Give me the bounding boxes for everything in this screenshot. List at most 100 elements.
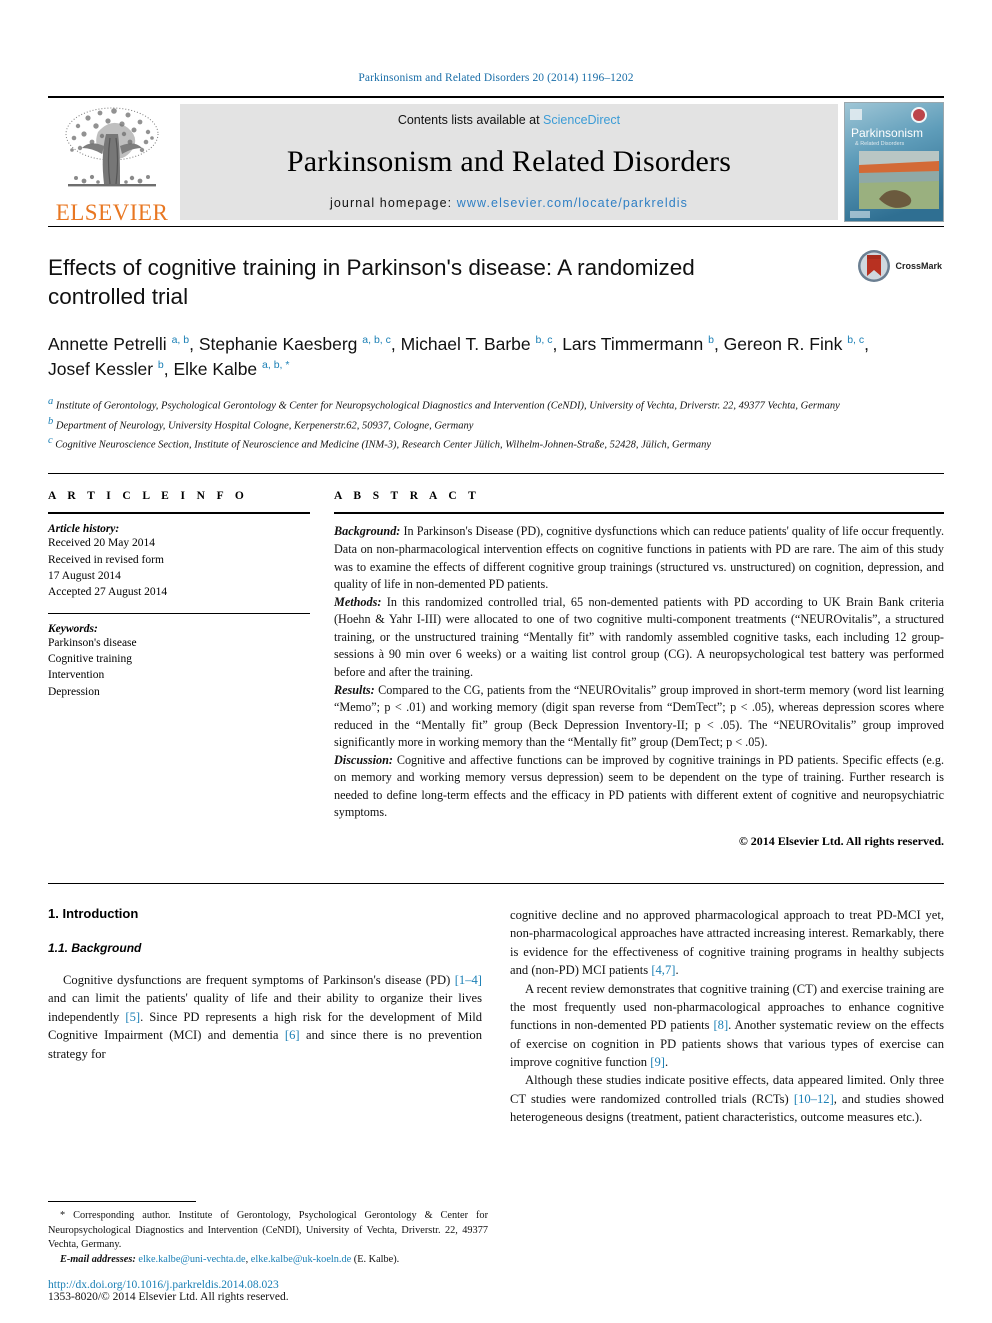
citation-link[interactable]: [9] [650, 1055, 665, 1069]
article-info-rule [48, 512, 310, 515]
journal-masthead: ELSEVIER Contents lists available at Sci… [48, 96, 944, 226]
citation-link[interactable]: [1–4] [455, 973, 482, 987]
journal-cover-thumbnail: Parkinsonism & Related Disorders [844, 102, 944, 222]
author-item[interactable]: Josef Kessler b [48, 359, 164, 379]
author-item[interactable]: Stephanie Kaesberg a, b, c [199, 334, 391, 354]
author-name: Gereon R. Fink [723, 333, 843, 354]
crossmark-label: CrossMark [895, 261, 942, 271]
abstract-copyright: © 2014 Elsevier Ltd. All rights reserved… [738, 834, 944, 849]
author-name: Annette Petrelli [48, 333, 167, 354]
subsection-heading-background: 1.1. Background [48, 941, 142, 956]
affiliation-mark: c [48, 435, 53, 447]
body-paragraph: A recent review demonstrates that cognit… [510, 981, 944, 1070]
sciencedirect-band: Contents lists available at ScienceDirec… [180, 104, 838, 220]
keyword-item: Intervention [48, 669, 105, 682]
affiliation-item: b Department of Neurology, University Ho… [48, 415, 944, 434]
author-item[interactable]: Annette Petrelli a, b [48, 334, 189, 354]
abstract-section: Methods: In this randomized controlled t… [334, 594, 944, 682]
affiliation-text: Cognitive Neuroscience Section, Institut… [55, 439, 712, 451]
body-paragraph: Cognitive dysfunctions are frequent symp… [48, 973, 483, 1061]
body-paragraph: Although these studies indicate positive… [510, 1073, 944, 1125]
section-heading-introduction: 1. Introduction [48, 906, 139, 922]
footnote-divider [48, 1201, 196, 1203]
keywords-label: Keywords: [48, 622, 98, 635]
author-affil-marks: b, c [535, 333, 553, 346]
email-link[interactable]: elke.kalbe@uni-vechta.de [138, 1254, 245, 1265]
article-history-item: Received 20 May 2014 [48, 537, 155, 550]
abstract-rule [334, 512, 944, 515]
affiliation-list: a Institute of Gerontology, Psychologica… [48, 395, 944, 453]
keyword-item: Parkinson's disease [48, 636, 137, 649]
title-block: CrossMark Effects of cognitive training … [48, 227, 944, 453]
doi-block: http://dx.doi.org/10.1016/j.parkreldis.2… [48, 1279, 488, 1303]
issn-copyright-line: 1353-8020/© 2014 Elsevier Ltd. All right… [48, 1291, 289, 1303]
author-item[interactable]: Lars Timmermann b [562, 334, 714, 354]
article-page: Parkinsonism and Related Disorders 20 (2… [0, 0, 992, 1323]
article-history-label: Article history: [48, 523, 120, 536]
article-history-item: 17 August 2014 [48, 570, 121, 583]
crossmark-badge[interactable]: CrossMark [857, 249, 942, 283]
doi-link[interactable]: http://dx.doi.org/10.1016/j.parkreldis.2… [48, 1279, 488, 1291]
citation-link[interactable]: [4,7] [651, 963, 675, 977]
author-name: Michael T. Barbe [400, 333, 531, 354]
corresponding-author-note: * Corresponding author. Institute of Ger… [48, 1210, 488, 1251]
homepage-url-link[interactable]: www.elsevier.com/locate/parkreldis [457, 196, 688, 210]
abstract-section-text: Cognitive and affective functions can be… [334, 752, 944, 820]
homepage-prefix: journal homepage: [329, 196, 457, 210]
svg-text:& Related Disorders: & Related Disorders [855, 141, 904, 147]
author-name: Elke Kalbe [173, 358, 258, 379]
author-affil-marks: a, b, c [362, 333, 391, 346]
article-history-item: Accepted 27 August 2014 [48, 586, 168, 599]
abstract-section-label: Methods: [334, 594, 382, 609]
email-suffix: (E. Kalbe). [351, 1253, 400, 1265]
journal-homepage-line: journal homepage: www.elsevier.com/locat… [330, 196, 688, 210]
keyword-item: Depression [48, 685, 100, 698]
abstract-section-label: Discussion: [334, 752, 393, 767]
abstract-section: Background: In Parkinson's Disease (PD),… [334, 523, 944, 593]
info-abstract-row: A R T I C L E I N F O Article history: R… [48, 474, 944, 861]
footnote-block: * Corresponding author. Institute of Ger… [48, 1201, 488, 1303]
abstract-section-text: Compared to the CG, patients from the “N… [334, 682, 944, 750]
affiliation-item: c Cognitive Neuroscience Section, Instit… [48, 434, 944, 453]
author-affil-marks: b [157, 359, 164, 372]
email-link[interactable]: elke.kalbe@uk-koeln.de [251, 1254, 351, 1265]
abstract-column: A B S T R A C T Background: In Parkinson… [334, 490, 944, 861]
author-name: Lars Timmermann [562, 333, 704, 354]
email-label: E-mail addresses: [60, 1253, 136, 1265]
citation-link[interactable]: [10–12] [794, 1092, 834, 1106]
article-info-column: A R T I C L E I N F O Article history: R… [48, 490, 310, 861]
elsevier-tree-icon [58, 104, 166, 200]
journal-title: Parkinsonism and Related Disorders [286, 144, 732, 178]
abstract-section: Results: Compared to the CG, patients fr… [334, 682, 944, 752]
citation-link[interactable]: [6] [285, 1028, 300, 1042]
affiliation-item: a Institute of Gerontology, Psychologica… [48, 395, 944, 414]
abstract-section: Discussion: Cognitive and affective func… [334, 752, 944, 822]
abstract-section-text: In Parkinson's Disease (PD), cognitive d… [334, 524, 944, 592]
sciencedirect-link[interactable]: ScienceDirect [543, 113, 620, 127]
author-affil-marks: b [708, 333, 714, 346]
page-title: Effects of cognitive training in Parkins… [48, 255, 695, 310]
svg-text:Parkinsonism: Parkinsonism [851, 126, 923, 140]
citation-link[interactable]: [8] [713, 1018, 728, 1032]
contents-prefix: Contents lists available at [397, 113, 544, 127]
author-name: Stephanie Kaesberg [198, 333, 358, 354]
affiliation-mark: a [48, 396, 54, 408]
email-note: E-mail addresses: elke.kalbe@uni-vechta.… [60, 1253, 400, 1265]
author-item[interactable]: Elke Kalbe a, b, * [174, 359, 290, 379]
elsevier-logo: ELSEVIER [48, 98, 176, 226]
contents-available-line: Contents lists available at ScienceDirec… [398, 113, 620, 127]
author-item[interactable]: Michael T. Barbe b, c [401, 334, 553, 354]
abstract-section-label: Background: [334, 524, 401, 539]
author-affil-marks: a, b [171, 333, 190, 346]
author-list: Annette Petrelli a, b, Stephanie Kaesber… [48, 333, 870, 379]
article-info-heading: A R T I C L E I N F O [48, 490, 249, 503]
abstract-heading: A B S T R A C T [334, 490, 481, 503]
crossmark-icon [858, 250, 891, 282]
author-name: Josef Kessler [48, 358, 154, 379]
author-item[interactable]: Gereon R. Fink b, c [724, 334, 864, 354]
body-paragraph: cognitive decline and no approved pharma… [510, 908, 944, 978]
body-left-column: 1. Introduction 1.1. Background Cognitiv… [48, 906, 482, 1127]
author-affil-marks: b, c [847, 333, 865, 346]
citation-link[interactable]: [5] [125, 1010, 140, 1024]
affiliation-text: Department of Neurology, University Hosp… [55, 420, 474, 432]
